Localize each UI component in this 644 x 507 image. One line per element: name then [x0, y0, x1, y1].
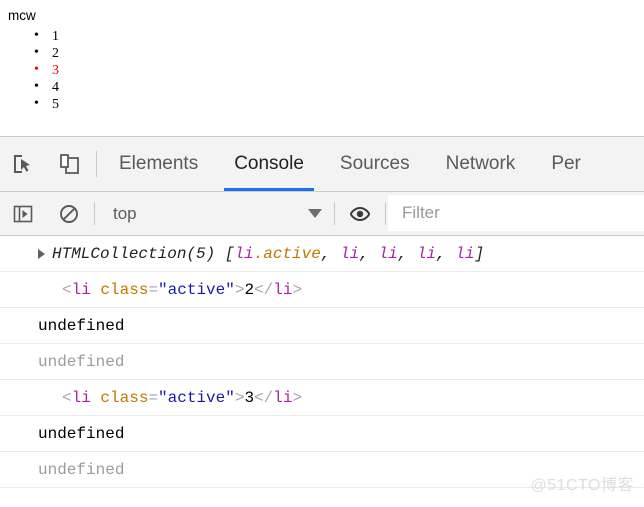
execution-context-value: top	[113, 203, 137, 223]
token: li	[273, 388, 293, 407]
token: ]	[474, 244, 485, 263]
token: <	[62, 280, 72, 299]
console-toolbar-divider	[94, 202, 95, 225]
disclosure-triangle-icon[interactable]	[38, 248, 45, 259]
devtools-panel: ElementsConsoleSourcesNetworkPer top	[0, 136, 644, 507]
list-item: 1	[34, 27, 644, 45]
token: li	[416, 244, 437, 263]
console-sidebar-icon[interactable]	[0, 192, 46, 235]
tab-sources[interactable]: Sources	[322, 137, 428, 191]
console-message-dom-node[interactable]: < li class = "active" >3 </li >	[0, 380, 644, 416]
device-toolbar-icon[interactable]	[46, 137, 92, 191]
tab-console[interactable]: Console	[216, 137, 322, 191]
devtools-tab-list: Elements Console Sources Network Per	[101, 137, 644, 191]
token: "active"	[158, 280, 235, 299]
console-message-list[interactable]: HTMLCollection(5) [li .active, li, li, li…	[0, 236, 644, 507]
page-viewport: mcw 12345	[0, 0, 644, 136]
console-message-object[interactable]: HTMLCollection(5) [li .active, li, li, li…	[0, 236, 644, 272]
token: li	[71, 280, 91, 299]
token: li	[455, 244, 475, 263]
token: li	[273, 280, 293, 299]
list-item: 3	[34, 61, 644, 79]
token: </	[254, 280, 274, 299]
token: ,	[320, 244, 341, 263]
tab-per[interactable]: Per	[533, 137, 599, 191]
tab-network[interactable]: Network	[428, 137, 534, 191]
execution-context-select[interactable]: top	[97, 192, 332, 235]
console-toolbar-divider-2	[334, 202, 335, 225]
token: .active	[253, 244, 321, 263]
token: =	[148, 388, 159, 407]
console-message-undefined[interactable]: undefined	[0, 308, 644, 344]
token: ,	[359, 244, 379, 263]
token: li	[234, 244, 254, 263]
console-toolbar: top	[0, 192, 644, 236]
page-title: mcw	[8, 8, 36, 23]
inspect-element-icon[interactable]	[0, 137, 46, 191]
token: class	[100, 388, 149, 407]
token: </	[254, 388, 274, 407]
token: ,	[397, 244, 417, 263]
page-list: 12345	[8, 27, 644, 113]
token: class	[100, 280, 149, 299]
chevron-down-icon	[308, 209, 322, 218]
token: HTMLCollection(5)	[52, 244, 216, 263]
list-item: 4	[34, 78, 644, 96]
token: [	[215, 244, 235, 263]
console-toolbar-divider-3	[385, 202, 386, 225]
devtools-toolbar: Elements Console Sources Network Per	[0, 137, 644, 192]
console-message-dom-node[interactable]: < li class = "active" >2 </li >	[0, 272, 644, 308]
filter-field-wrap	[388, 192, 644, 235]
token: ,	[436, 244, 456, 263]
token: >	[234, 280, 245, 299]
token: 2	[244, 280, 255, 299]
token: li	[378, 244, 398, 263]
token: 3	[244, 388, 255, 407]
list-item: 2	[34, 44, 644, 62]
token: =	[148, 280, 159, 299]
tab-elements[interactable]: Elements	[101, 137, 216, 191]
toolbar-divider	[96, 151, 97, 177]
token: <	[62, 388, 72, 407]
console-message-undefined[interactable]: undefined	[0, 452, 644, 488]
console-message-undefined[interactable]: undefined	[0, 416, 644, 452]
token: "active"	[158, 388, 235, 407]
token: li	[71, 388, 91, 407]
live-expression-eye-icon[interactable]	[337, 192, 383, 235]
console-message-undefined[interactable]: undefined	[0, 344, 644, 380]
list-item: 5	[34, 95, 644, 113]
filter-input[interactable]	[388, 195, 644, 231]
token: >	[234, 388, 245, 407]
token: >	[292, 388, 303, 407]
token: li	[340, 244, 360, 263]
token: >	[292, 280, 303, 299]
clear-console-icon[interactable]	[46, 192, 92, 235]
